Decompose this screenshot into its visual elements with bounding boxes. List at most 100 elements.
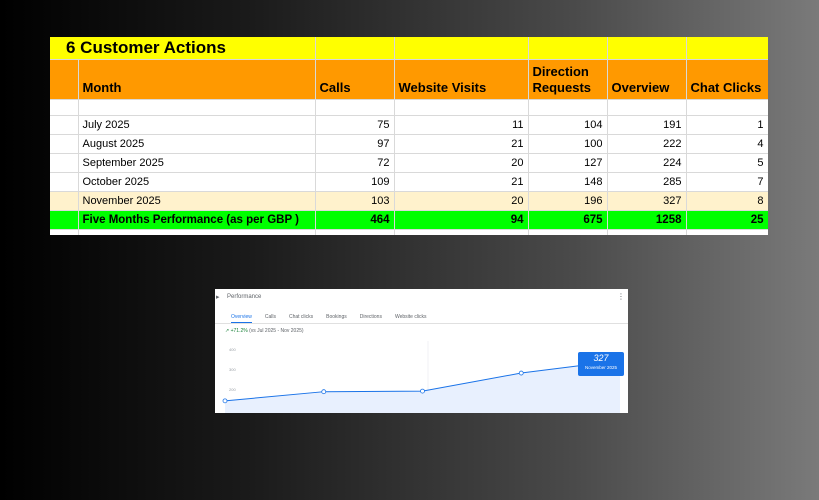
- cell[interactable]: [607, 99, 687, 116]
- data-point[interactable]: [420, 388, 425, 394]
- header-chat-clicks[interactable]: Chat Clicks: [686, 59, 768, 100]
- overview-cell[interactable]: 327: [607, 191, 687, 211]
- month-cell[interactable]: September 2025: [78, 153, 316, 173]
- calls-cell[interactable]: 72: [315, 153, 395, 173]
- website-cell[interactable]: 21: [394, 172, 529, 192]
- month-cell[interactable]: November 2025: [78, 191, 316, 211]
- chat-cell[interactable]: 5: [686, 153, 768, 173]
- customer-actions-table: 6 Customer Actions Month Calls Website V…: [50, 37, 768, 235]
- direction-cell[interactable]: 104: [528, 115, 608, 135]
- title-cell[interactable]: [607, 37, 687, 60]
- cell[interactable]: [50, 172, 79, 192]
- header-overview[interactable]: Overview: [607, 59, 687, 100]
- tab-website-clicks[interactable]: Website clicks: [395, 314, 427, 323]
- trend-up-icon: ↗: [225, 328, 230, 334]
- table-row: August 2025 97 21 100 222 4: [50, 134, 768, 154]
- cell[interactable]: [686, 229, 768, 235]
- chat-cell[interactable]: 1: [686, 115, 768, 135]
- cell[interactable]: [50, 99, 79, 116]
- cell[interactable]: [78, 229, 316, 235]
- title-cell[interactable]: [394, 37, 529, 60]
- blank-row: [50, 229, 768, 235]
- table-row: July 2025 75 11 104 191 1: [50, 115, 768, 135]
- tabs-divider: [215, 323, 628, 324]
- header-direction-requests[interactable]: Direction Requests: [528, 59, 608, 100]
- total-website[interactable]: 94: [394, 210, 529, 230]
- tab-directions[interactable]: Directions: [360, 314, 382, 323]
- direction-cell[interactable]: 148: [528, 172, 608, 192]
- month-cell[interactable]: October 2025: [78, 172, 316, 192]
- calls-cell[interactable]: 103: [315, 191, 395, 211]
- cell[interactable]: [50, 210, 79, 230]
- cell[interactable]: [50, 153, 79, 173]
- cell[interactable]: [394, 229, 529, 235]
- more-vert-icon[interactable]: ⋮: [617, 292, 625, 301]
- data-point[interactable]: [222, 398, 228, 404]
- performance-tabs: Overview Calls Chat clicks Bookings Dire…: [231, 314, 427, 323]
- cell[interactable]: [78, 99, 316, 116]
- tooltip-value: 327: [593, 353, 609, 363]
- sheet-title[interactable]: 6 Customer Actions: [50, 37, 316, 60]
- overview-cell[interactable]: 191: [607, 115, 687, 135]
- website-cell[interactable]: 11: [394, 115, 529, 135]
- back-arrow-icon[interactable]: ▸: [216, 293, 220, 301]
- chat-cell[interactable]: 8: [686, 191, 768, 211]
- cell[interactable]: [315, 99, 395, 116]
- cell[interactable]: [607, 229, 687, 235]
- cell[interactable]: [50, 191, 79, 211]
- data-point[interactable]: [518, 370, 524, 376]
- trend-range: (vs Jul 2025 - Nov 2025): [249, 328, 304, 334]
- title-cell[interactable]: [315, 37, 395, 60]
- cell[interactable]: [50, 115, 79, 135]
- cell[interactable]: [528, 229, 608, 235]
- total-row: Five Months Performance (as per GBP ) 46…: [50, 210, 768, 230]
- total-direction[interactable]: 675: [528, 210, 608, 230]
- cell[interactable]: [50, 229, 79, 235]
- direction-cell[interactable]: 100: [528, 134, 608, 154]
- customer-actions-sheet: 6 Customer Actions Month Calls Website V…: [50, 37, 768, 235]
- website-cell[interactable]: 20: [394, 153, 529, 173]
- performance-chart[interactable]: 400300200100: [215, 339, 628, 413]
- table-row: October 2025 109 21 148 285 7: [50, 172, 768, 192]
- chat-cell[interactable]: 7: [686, 172, 768, 192]
- data-point[interactable]: [321, 389, 327, 395]
- calls-cell[interactable]: 97: [315, 134, 395, 154]
- website-cell[interactable]: 20: [394, 191, 529, 211]
- y-tick-label: 400: [229, 347, 236, 352]
- title-cell[interactable]: [686, 37, 768, 60]
- title-row: 6 Customer Actions: [50, 37, 768, 60]
- header-calls[interactable]: Calls: [315, 59, 395, 100]
- header-cell-blank[interactable]: [50, 59, 79, 100]
- cell[interactable]: [686, 99, 768, 116]
- header-month[interactable]: Month: [78, 59, 316, 100]
- overview-cell[interactable]: 222: [607, 134, 687, 154]
- tab-chat-clicks[interactable]: Chat clicks: [289, 314, 313, 323]
- tab-overview[interactable]: Overview: [231, 314, 252, 323]
- calls-cell[interactable]: 109: [315, 172, 395, 192]
- blank-row: [50, 99, 768, 116]
- website-cell[interactable]: 21: [394, 134, 529, 154]
- tooltip-label: November 2025: [584, 365, 618, 370]
- tab-calls[interactable]: Calls: [265, 314, 276, 323]
- title-cell[interactable]: [528, 37, 608, 60]
- direction-cell[interactable]: 127: [528, 153, 608, 173]
- month-cell[interactable]: July 2025: [78, 115, 316, 135]
- total-chat[interactable]: 25: [686, 210, 768, 230]
- direction-cell[interactable]: 196: [528, 191, 608, 211]
- cell[interactable]: [394, 99, 529, 116]
- overview-cell[interactable]: 224: [607, 153, 687, 173]
- cell[interactable]: [50, 134, 79, 154]
- header-website-visits[interactable]: Website Visits: [394, 59, 529, 100]
- chat-cell[interactable]: 4: [686, 134, 768, 154]
- trend-percent: +71.2%: [230, 328, 248, 334]
- month-cell[interactable]: August 2025: [78, 134, 316, 154]
- trend-summary: ↗ +71.2% (vs Jul 2025 - Nov 2025): [225, 328, 304, 334]
- cell[interactable]: [528, 99, 608, 116]
- total-calls[interactable]: 464: [315, 210, 395, 230]
- tab-bookings[interactable]: Bookings: [326, 314, 347, 323]
- total-label[interactable]: Five Months Performance (as per GBP ): [78, 210, 316, 230]
- cell[interactable]: [315, 229, 395, 235]
- overview-cell[interactable]: 285: [607, 172, 687, 192]
- calls-cell[interactable]: 75: [315, 115, 395, 135]
- total-overview[interactable]: 1258: [607, 210, 687, 230]
